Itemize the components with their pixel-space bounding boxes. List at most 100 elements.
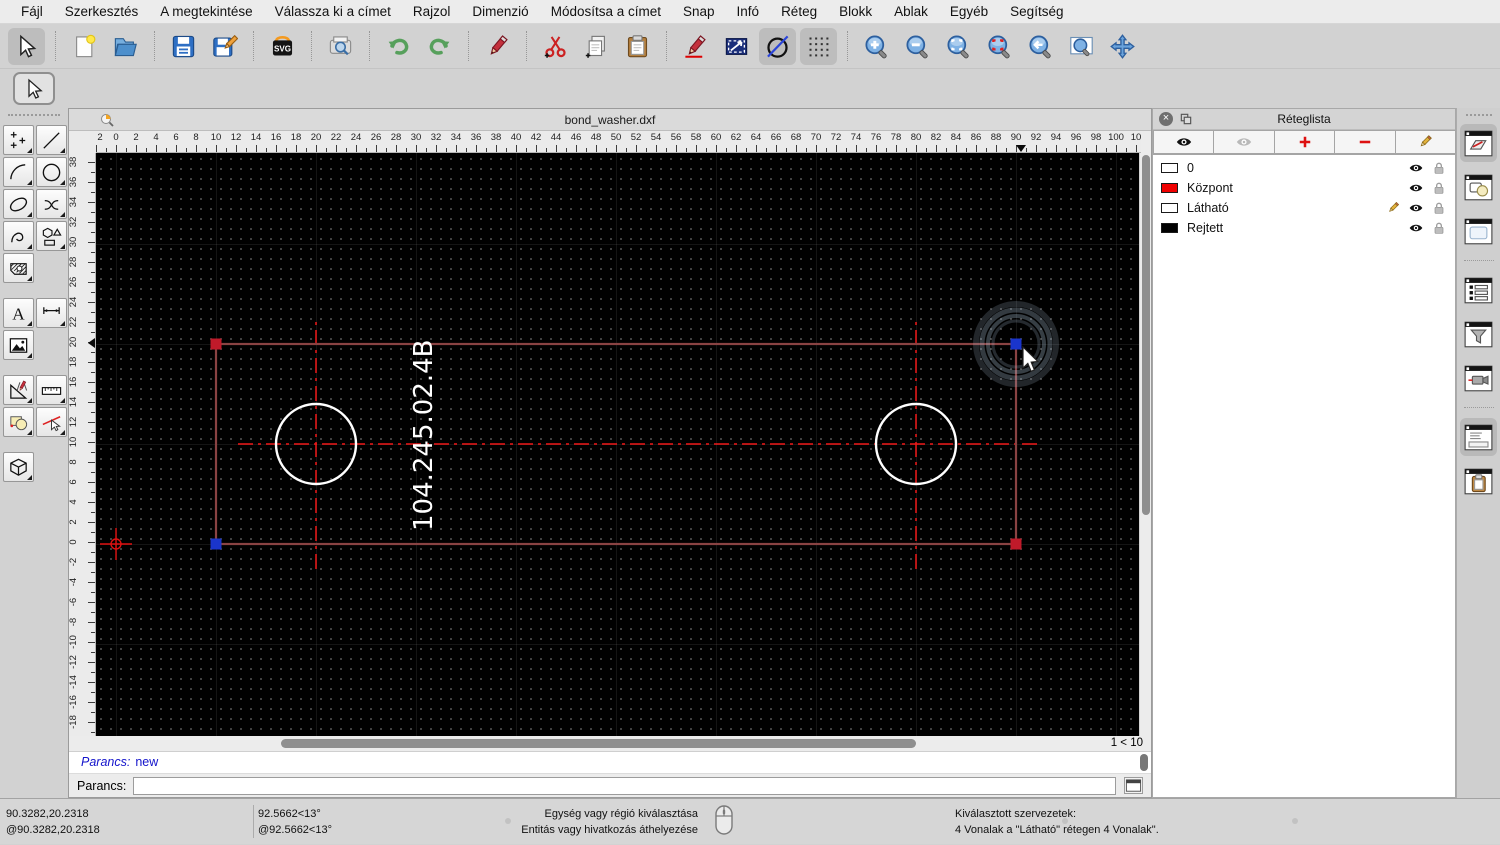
circle-line-button[interactable] [759, 27, 796, 65]
layer-row-0[interactable]: 0 [1153, 158, 1455, 178]
toolbar-drag-handle[interactable] [8, 114, 60, 116]
current-tool-select-arrow-button[interactable] [13, 72, 55, 105]
horizontal-scrollbar-thumb[interactable] [281, 739, 916, 748]
command-window-toggle-button[interactable] [1124, 777, 1143, 794]
paste-button[interactable] [619, 28, 656, 65]
dock-clipboard-button[interactable] [1460, 462, 1497, 500]
zoom-selected-button[interactable] [981, 28, 1018, 65]
line-tool-button[interactable] [36, 125, 67, 155]
menu-egyéb[interactable]: Egyéb [939, 4, 999, 19]
menu-réteg[interactable]: Réteg [770, 4, 828, 19]
pan-button[interactable] [1104, 28, 1141, 65]
menu-blokk[interactable]: Blokk [828, 4, 883, 19]
remove-layer-button[interactable] [1334, 130, 1396, 154]
drawing-canvas[interactable]: 104.245.02.4B [96, 153, 1141, 736]
menu-snap[interactable]: Snap [672, 4, 726, 19]
eraser-button[interactable] [479, 28, 516, 65]
protractor-tool-button[interactable] [3, 375, 34, 405]
command-input[interactable] [133, 776, 1116, 795]
panel-close-icon[interactable]: × [1159, 112, 1173, 126]
layer-lock-icon[interactable] [1431, 200, 1447, 216]
points-tool-button[interactable] [3, 125, 34, 155]
polygon-tool-button[interactable] [36, 221, 67, 251]
edit-layer-button[interactable] [1394, 130, 1457, 154]
layer-lock-icon[interactable] [1431, 160, 1447, 176]
menu-rajzol[interactable]: Rajzol [402, 4, 462, 19]
dock-entity-list-button[interactable] [1460, 271, 1497, 309]
menu-válassza-ki-a-címet[interactable]: Válassza ki a címet [264, 4, 402, 19]
menu-fájl[interactable]: Fájl [10, 4, 54, 19]
layer-row-látható[interactable]: Látható [1153, 198, 1455, 218]
status-grip [505, 818, 511, 824]
edit-attributes-button[interactable] [677, 28, 714, 65]
spline-tool-button[interactable] [36, 189, 67, 219]
select-arrow-button[interactable] [8, 27, 45, 65]
cube-tool-button[interactable] [3, 452, 34, 482]
zoom-previous-button[interactable] [1022, 28, 1059, 65]
vertical-scrollbar[interactable] [1139, 153, 1151, 736]
zoom-window-button[interactable] [1063, 28, 1100, 65]
dimension-tool-button[interactable] [36, 298, 67, 328]
cut-button[interactable] [537, 28, 574, 65]
dock-filter-button[interactable] [1460, 315, 1497, 353]
layer-lock-icon[interactable] [1431, 220, 1447, 236]
arc-tool-button[interactable] [3, 157, 34, 187]
dock-layers-button[interactable] [1460, 124, 1497, 162]
selection-handle[interactable] [210, 338, 222, 350]
panel-float-icon[interactable] [1179, 112, 1193, 126]
text-tool-button[interactable]: A [3, 298, 34, 328]
dock-blocks-button[interactable] [1460, 168, 1497, 206]
ellipse-tool-button[interactable] [3, 189, 34, 219]
layer-visibility-icon[interactable] [1408, 200, 1424, 216]
menu-a-megtekintése[interactable]: A megtekintése [149, 4, 263, 19]
image-tool-button[interactable] [3, 330, 34, 360]
redo-button[interactable] [421, 28, 458, 65]
layer-lock-icon[interactable] [1431, 180, 1447, 196]
snap-grid-button[interactable] [800, 27, 837, 65]
menu-módosítsa-a-címet[interactable]: Módosítsa a címet [540, 4, 672, 19]
dock-command-button[interactable] [1460, 418, 1497, 456]
zoom-in-button[interactable] [858, 28, 895, 65]
selection-handle[interactable] [210, 538, 222, 550]
block-tool-button[interactable] [3, 407, 34, 437]
vertical-scrollbar-thumb[interactable] [1142, 155, 1150, 515]
open-folder-button[interactable] [107, 28, 144, 65]
part-number-label[interactable]: 104.245.02.4B [409, 339, 439, 531]
menu-segítség[interactable]: Segítség [999, 4, 1074, 19]
menu-dimenzió[interactable]: Dimenzió [461, 4, 539, 19]
layer-visibility-icon[interactable] [1408, 160, 1424, 176]
show-all-layers-button[interactable] [1153, 130, 1215, 154]
hide-all-layers-button[interactable] [1213, 130, 1275, 154]
layer-row-rejtett[interactable]: Rejtett [1153, 218, 1455, 238]
menu-infó[interactable]: Infó [726, 4, 771, 19]
new-document-button[interactable] [66, 28, 103, 65]
menu-ablak[interactable]: Ablak [883, 4, 939, 19]
horizontal-scrollbar[interactable] [96, 736, 1092, 751]
dock-drag-handle[interactable] [1465, 114, 1492, 116]
add-layer-button[interactable] [1273, 130, 1336, 154]
circle-tool-button[interactable] [36, 157, 67, 187]
svg-export-button[interactable]: SVG [264, 28, 301, 65]
ruler-tool-button[interactable] [36, 375, 67, 405]
zoom-auto-button[interactable] [940, 28, 977, 65]
polyline-tool-button[interactable] [3, 221, 34, 251]
layer-visibility-icon[interactable] [1408, 180, 1424, 196]
layer-row-központ[interactable]: Központ [1153, 178, 1455, 198]
hatch-tool-button[interactable] [3, 253, 34, 283]
deselect-tool-button[interactable] [36, 407, 67, 437]
copy-button[interactable] [578, 28, 615, 65]
save-button[interactable] [165, 28, 202, 65]
save-as-button[interactable] [206, 28, 243, 65]
layer-visibility-icon[interactable] [1408, 220, 1424, 236]
selection-handle[interactable] [1010, 338, 1022, 350]
command-history-scrollbar[interactable] [1140, 754, 1148, 771]
dock-camera-button[interactable] [1460, 359, 1497, 397]
selection-handle[interactable] [1010, 538, 1022, 550]
print-preview-button[interactable] [322, 28, 359, 65]
properties-button[interactable] [718, 28, 755, 65]
zoom-out-button[interactable] [899, 28, 936, 65]
menu-szerkesztés[interactable]: Szerkesztés [54, 4, 150, 19]
undo-button[interactable] [380, 28, 417, 65]
h-ruler-tick [526, 148, 527, 152]
dock-library-button[interactable] [1460, 212, 1497, 250]
